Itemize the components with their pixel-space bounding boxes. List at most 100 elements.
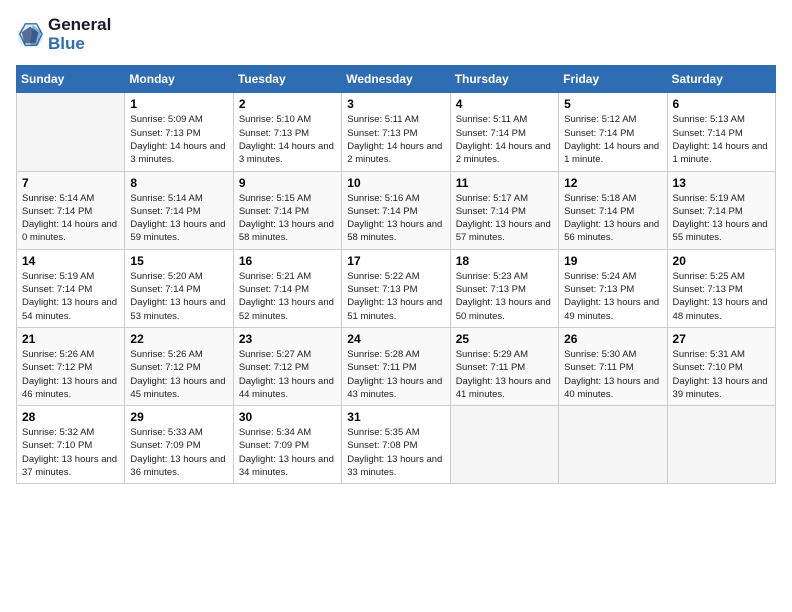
day-cell: 1 Sunrise: 5:09 AMSunset: 7:13 PMDayligh… bbox=[125, 93, 233, 171]
day-number: 18 bbox=[456, 254, 553, 268]
day-number: 7 bbox=[22, 176, 119, 190]
day-cell bbox=[559, 406, 667, 484]
day-number: 20 bbox=[673, 254, 770, 268]
day-info: Sunrise: 5:16 AMSunset: 7:14 PMDaylight:… bbox=[347, 192, 444, 245]
day-cell: 23 Sunrise: 5:27 AMSunset: 7:12 PMDaylig… bbox=[233, 327, 341, 405]
logo-icon bbox=[16, 21, 44, 49]
day-info: Sunrise: 5:30 AMSunset: 7:11 PMDaylight:… bbox=[564, 348, 661, 401]
day-cell: 27 Sunrise: 5:31 AMSunset: 7:10 PMDaylig… bbox=[667, 327, 775, 405]
header-row: SundayMondayTuesdayWednesdayThursdayFrid… bbox=[17, 66, 776, 93]
day-info: Sunrise: 5:20 AMSunset: 7:14 PMDaylight:… bbox=[130, 270, 227, 323]
day-number: 6 bbox=[673, 97, 770, 111]
day-info: Sunrise: 5:22 AMSunset: 7:13 PMDaylight:… bbox=[347, 270, 444, 323]
day-number: 24 bbox=[347, 332, 444, 346]
day-info: Sunrise: 5:14 AMSunset: 7:14 PMDaylight:… bbox=[22, 192, 119, 245]
day-info: Sunrise: 5:21 AMSunset: 7:14 PMDaylight:… bbox=[239, 270, 336, 323]
day-cell: 21 Sunrise: 5:26 AMSunset: 7:12 PMDaylig… bbox=[17, 327, 125, 405]
day-number: 31 bbox=[347, 410, 444, 424]
day-number: 2 bbox=[239, 97, 336, 111]
day-number: 9 bbox=[239, 176, 336, 190]
day-cell: 29 Sunrise: 5:33 AMSunset: 7:09 PMDaylig… bbox=[125, 406, 233, 484]
day-cell: 2 Sunrise: 5:10 AMSunset: 7:13 PMDayligh… bbox=[233, 93, 341, 171]
day-number: 30 bbox=[239, 410, 336, 424]
day-cell: 4 Sunrise: 5:11 AMSunset: 7:14 PMDayligh… bbox=[450, 93, 558, 171]
day-cell: 19 Sunrise: 5:24 AMSunset: 7:13 PMDaylig… bbox=[559, 249, 667, 327]
day-cell: 14 Sunrise: 5:19 AMSunset: 7:14 PMDaylig… bbox=[17, 249, 125, 327]
day-info: Sunrise: 5:13 AMSunset: 7:14 PMDaylight:… bbox=[673, 113, 770, 166]
logo-text: General Blue bbox=[48, 16, 111, 53]
day-info: Sunrise: 5:10 AMSunset: 7:13 PMDaylight:… bbox=[239, 113, 336, 166]
day-number: 5 bbox=[564, 97, 661, 111]
header-cell-friday: Friday bbox=[559, 66, 667, 93]
day-info: Sunrise: 5:25 AMSunset: 7:13 PMDaylight:… bbox=[673, 270, 770, 323]
calendar-table: SundayMondayTuesdayWednesdayThursdayFrid… bbox=[16, 65, 776, 484]
day-info: Sunrise: 5:09 AMSunset: 7:13 PMDaylight:… bbox=[130, 113, 227, 166]
week-row-5: 28 Sunrise: 5:32 AMSunset: 7:10 PMDaylig… bbox=[17, 406, 776, 484]
day-cell: 30 Sunrise: 5:34 AMSunset: 7:09 PMDaylig… bbox=[233, 406, 341, 484]
header-cell-monday: Monday bbox=[125, 66, 233, 93]
day-cell: 8 Sunrise: 5:14 AMSunset: 7:14 PMDayligh… bbox=[125, 171, 233, 249]
week-row-4: 21 Sunrise: 5:26 AMSunset: 7:12 PMDaylig… bbox=[17, 327, 776, 405]
header-cell-saturday: Saturday bbox=[667, 66, 775, 93]
day-cell: 12 Sunrise: 5:18 AMSunset: 7:14 PMDaylig… bbox=[559, 171, 667, 249]
day-number: 25 bbox=[456, 332, 553, 346]
day-info: Sunrise: 5:24 AMSunset: 7:13 PMDaylight:… bbox=[564, 270, 661, 323]
day-info: Sunrise: 5:35 AMSunset: 7:08 PMDaylight:… bbox=[347, 426, 444, 479]
day-info: Sunrise: 5:33 AMSunset: 7:09 PMDaylight:… bbox=[130, 426, 227, 479]
day-number: 29 bbox=[130, 410, 227, 424]
day-info: Sunrise: 5:23 AMSunset: 7:13 PMDaylight:… bbox=[456, 270, 553, 323]
day-cell: 28 Sunrise: 5:32 AMSunset: 7:10 PMDaylig… bbox=[17, 406, 125, 484]
day-cell: 11 Sunrise: 5:17 AMSunset: 7:14 PMDaylig… bbox=[450, 171, 558, 249]
day-number: 11 bbox=[456, 176, 553, 190]
day-cell: 22 Sunrise: 5:26 AMSunset: 7:12 PMDaylig… bbox=[125, 327, 233, 405]
day-number: 16 bbox=[239, 254, 336, 268]
day-number: 17 bbox=[347, 254, 444, 268]
day-info: Sunrise: 5:34 AMSunset: 7:09 PMDaylight:… bbox=[239, 426, 336, 479]
logo: General Blue bbox=[16, 16, 111, 53]
day-info: Sunrise: 5:18 AMSunset: 7:14 PMDaylight:… bbox=[564, 192, 661, 245]
day-cell: 20 Sunrise: 5:25 AMSunset: 7:13 PMDaylig… bbox=[667, 249, 775, 327]
day-number: 1 bbox=[130, 97, 227, 111]
day-number: 12 bbox=[564, 176, 661, 190]
day-cell bbox=[450, 406, 558, 484]
day-cell: 25 Sunrise: 5:29 AMSunset: 7:11 PMDaylig… bbox=[450, 327, 558, 405]
header-cell-thursday: Thursday bbox=[450, 66, 558, 93]
week-row-3: 14 Sunrise: 5:19 AMSunset: 7:14 PMDaylig… bbox=[17, 249, 776, 327]
day-info: Sunrise: 5:28 AMSunset: 7:11 PMDaylight:… bbox=[347, 348, 444, 401]
day-info: Sunrise: 5:26 AMSunset: 7:12 PMDaylight:… bbox=[130, 348, 227, 401]
header-cell-wednesday: Wednesday bbox=[342, 66, 450, 93]
day-cell: 9 Sunrise: 5:15 AMSunset: 7:14 PMDayligh… bbox=[233, 171, 341, 249]
day-info: Sunrise: 5:19 AMSunset: 7:14 PMDaylight:… bbox=[22, 270, 119, 323]
week-row-2: 7 Sunrise: 5:14 AMSunset: 7:14 PMDayligh… bbox=[17, 171, 776, 249]
day-cell: 15 Sunrise: 5:20 AMSunset: 7:14 PMDaylig… bbox=[125, 249, 233, 327]
day-cell bbox=[17, 93, 125, 171]
day-number: 3 bbox=[347, 97, 444, 111]
week-row-1: 1 Sunrise: 5:09 AMSunset: 7:13 PMDayligh… bbox=[17, 93, 776, 171]
day-info: Sunrise: 5:29 AMSunset: 7:11 PMDaylight:… bbox=[456, 348, 553, 401]
day-number: 8 bbox=[130, 176, 227, 190]
day-cell: 6 Sunrise: 5:13 AMSunset: 7:14 PMDayligh… bbox=[667, 93, 775, 171]
day-info: Sunrise: 5:26 AMSunset: 7:12 PMDaylight:… bbox=[22, 348, 119, 401]
header-cell-tuesday: Tuesday bbox=[233, 66, 341, 93]
day-number: 19 bbox=[564, 254, 661, 268]
day-cell bbox=[667, 406, 775, 484]
day-cell: 5 Sunrise: 5:12 AMSunset: 7:14 PMDayligh… bbox=[559, 93, 667, 171]
day-cell: 10 Sunrise: 5:16 AMSunset: 7:14 PMDaylig… bbox=[342, 171, 450, 249]
day-number: 15 bbox=[130, 254, 227, 268]
day-number: 4 bbox=[456, 97, 553, 111]
day-number: 22 bbox=[130, 332, 227, 346]
day-cell: 17 Sunrise: 5:22 AMSunset: 7:13 PMDaylig… bbox=[342, 249, 450, 327]
day-cell: 13 Sunrise: 5:19 AMSunset: 7:14 PMDaylig… bbox=[667, 171, 775, 249]
day-number: 21 bbox=[22, 332, 119, 346]
day-info: Sunrise: 5:27 AMSunset: 7:12 PMDaylight:… bbox=[239, 348, 336, 401]
day-info: Sunrise: 5:15 AMSunset: 7:14 PMDaylight:… bbox=[239, 192, 336, 245]
day-cell: 31 Sunrise: 5:35 AMSunset: 7:08 PMDaylig… bbox=[342, 406, 450, 484]
header-cell-sunday: Sunday bbox=[17, 66, 125, 93]
day-cell: 3 Sunrise: 5:11 AMSunset: 7:13 PMDayligh… bbox=[342, 93, 450, 171]
day-cell: 24 Sunrise: 5:28 AMSunset: 7:11 PMDaylig… bbox=[342, 327, 450, 405]
day-number: 26 bbox=[564, 332, 661, 346]
day-number: 14 bbox=[22, 254, 119, 268]
day-number: 28 bbox=[22, 410, 119, 424]
day-cell: 26 Sunrise: 5:30 AMSunset: 7:11 PMDaylig… bbox=[559, 327, 667, 405]
day-info: Sunrise: 5:17 AMSunset: 7:14 PMDaylight:… bbox=[456, 192, 553, 245]
